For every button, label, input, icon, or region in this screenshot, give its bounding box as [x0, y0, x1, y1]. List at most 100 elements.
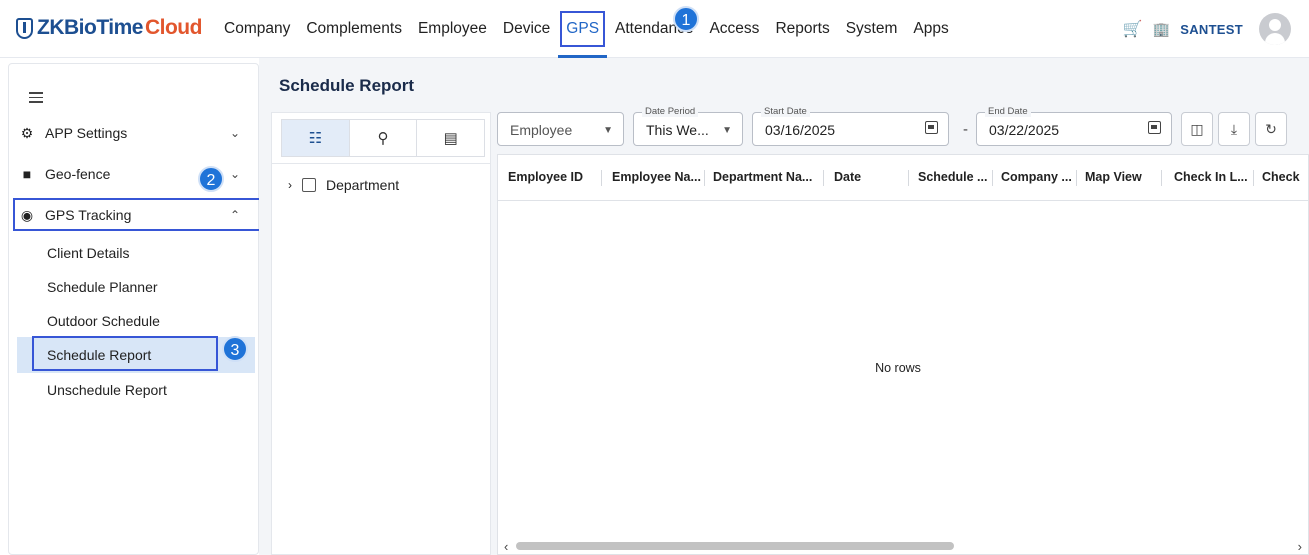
column-separator[interactable]: [1161, 170, 1162, 186]
calendar-icon[interactable]: [925, 121, 938, 134]
column-header[interactable]: Check: [1262, 170, 1300, 184]
column-header[interactable]: Employee Na...: [612, 170, 701, 184]
department-checkbox[interactable]: [302, 178, 316, 192]
date-period-value: This We...: [646, 122, 709, 138]
sidebar-subitem-unschedule-report[interactable]: Unschedule Report: [47, 382, 167, 398]
sidebar-subitem-schedule-planner[interactable]: Schedule Planner: [47, 279, 158, 295]
nav-system[interactable]: System: [838, 0, 906, 58]
nav-employee[interactable]: Employee: [410, 0, 495, 58]
step-badge-2: 2: [198, 166, 224, 192]
column-separator[interactable]: [704, 170, 705, 186]
message-square-icon: ■: [22, 166, 32, 182]
column-separator[interactable]: [1076, 170, 1077, 186]
refresh-button[interactable]: ↻: [1255, 112, 1287, 146]
date-period-select[interactable]: Date Period This We... ▼: [633, 106, 743, 146]
chevron-down-icon: ⌄: [229, 167, 240, 181]
empty-state-text: No rows: [875, 361, 921, 375]
nav-complements[interactable]: Complements: [298, 0, 410, 58]
page-title: Schedule Report: [279, 76, 415, 95]
sidebar-item-label: APP Settings: [45, 125, 128, 141]
nav-reports[interactable]: Reports: [767, 0, 837, 58]
column-header[interactable]: Employee ID: [508, 170, 583, 184]
column-separator[interactable]: [601, 170, 602, 186]
top-navigation-bar: ZKBioTime Cloud Company Complements Empl…: [0, 0, 1309, 58]
sidebar-item-app-settings[interactable]: ⚙ APP Settings ⌄: [9, 115, 258, 151]
column-header[interactable]: Map View: [1085, 170, 1142, 184]
table-header: Employee ID Employee Na... Department Na…: [498, 155, 1308, 201]
step-badge-3: 3: [222, 336, 248, 362]
id-badge-icon: ▤: [443, 130, 458, 147]
sidebar-item-label: Geo-fence: [45, 166, 111, 182]
tree-tabs: ☷ ⚲ ▤: [281, 119, 485, 157]
nav-company[interactable]: Company: [216, 0, 298, 58]
schedule-report-table: Employee ID Employee Na... Department Na…: [497, 154, 1309, 555]
highlight-box: [560, 11, 606, 47]
horizontal-scrollbar[interactable]: ‹ ›: [498, 538, 1308, 554]
employee-filter-value: Employee: [510, 122, 573, 138]
start-date-label: Start Date: [761, 106, 810, 117]
sidebar-subitem-outdoor-schedule[interactable]: Outdoor Schedule: [47, 313, 160, 329]
caret-down-icon: ▼: [603, 125, 613, 136]
end-date-label: End Date: [985, 106, 1031, 117]
location-pin-icon: ⚲: [377, 130, 389, 147]
start-date-value: 03/16/2025: [765, 122, 836, 138]
column-header[interactable]: Date: [834, 170, 861, 184]
department-tree-panel: ☷ ⚲ ▤ › Department: [271, 112, 491, 555]
user-area: 🛒 🏢 SANTEST: [1123, 13, 1291, 45]
hierarchy-icon: ☷: [308, 130, 323, 147]
nav-gps[interactable]: GPS: [558, 0, 607, 58]
column-separator[interactable]: [908, 170, 909, 186]
logo-text-cloud: Cloud: [144, 16, 202, 39]
tab-location[interactable]: ⚲: [350, 120, 418, 156]
tree-node-department[interactable]: › Department: [288, 177, 399, 193]
employee-filter-select[interactable]: Employee ▼: [497, 112, 624, 146]
building-icon[interactable]: 🏢: [1153, 21, 1170, 38]
scrollbar-thumb[interactable]: [516, 542, 954, 550]
scroll-left-icon[interactable]: ‹: [504, 539, 508, 554]
main-content: Schedule Report ☷ ⚲ ▤ › Department Emplo…: [259, 58, 1309, 555]
start-date-field[interactable]: Start Date 03/16/2025: [752, 106, 949, 146]
shield-logo-icon: [16, 17, 33, 39]
nav-device[interactable]: Device: [495, 0, 558, 58]
nav-access[interactable]: Access: [701, 0, 767, 58]
caret-down-icon: ▼: [722, 125, 732, 136]
tab-hierarchy[interactable]: ☷: [282, 120, 350, 156]
sidebar-subitem-schedule-report[interactable]: Schedule Report: [47, 347, 151, 363]
end-date-value: 03/22/2025: [989, 122, 1060, 138]
step-badge-1: 1: [673, 6, 699, 32]
date-range-separator: -: [963, 121, 968, 138]
chevron-down-icon: ⌄: [229, 126, 240, 140]
export-button[interactable]: ⤓: [1218, 112, 1250, 146]
calendar-icon[interactable]: [1148, 121, 1161, 134]
tab-id-badge[interactable]: ▤: [417, 120, 484, 156]
end-date-field[interactable]: End Date 03/22/2025: [976, 106, 1172, 146]
avatar[interactable]: [1259, 13, 1291, 45]
logo-text-zk: ZKBioTime: [37, 16, 143, 39]
scroll-right-icon[interactable]: ›: [1298, 539, 1302, 554]
column-separator[interactable]: [1253, 170, 1254, 186]
column-header[interactable]: Department Na...: [713, 170, 812, 184]
date-period-label: Date Period: [642, 106, 699, 117]
refresh-icon: ↻: [1265, 120, 1277, 137]
columns-button[interactable]: ◫: [1181, 112, 1213, 146]
nav-apps[interactable]: Apps: [905, 0, 956, 58]
column-separator[interactable]: [823, 170, 824, 186]
column-header[interactable]: Check In L...: [1174, 170, 1248, 184]
app-logo[interactable]: ZKBioTime Cloud: [16, 14, 202, 42]
collapse-menu-icon[interactable]: [29, 92, 43, 104]
column-separator[interactable]: [992, 170, 993, 186]
divider: [272, 163, 490, 164]
column-header[interactable]: Company ...: [1001, 170, 1072, 184]
cart-icon[interactable]: 🛒: [1123, 19, 1143, 39]
column-header[interactable]: Schedule ...: [918, 170, 987, 184]
columns-icon: ◫: [1190, 120, 1204, 137]
main-nav: Company Complements Employee Device GPS …: [216, 0, 957, 58]
sidebar: ⚙ APP Settings ⌄ ■ Geo-fence ⌄ ◉ GPS Tra…: [8, 63, 263, 555]
chevron-right-icon[interactable]: ›: [288, 178, 292, 192]
sidebar-subitem-client-details[interactable]: Client Details: [47, 245, 129, 261]
tree-node-label: Department: [326, 177, 400, 193]
gear-icon: ⚙: [20, 124, 34, 141]
highlight-box: [13, 198, 263, 231]
username[interactable]: SANTEST: [1180, 22, 1243, 37]
report-grid-panel: Employee ▼ Date Period This We... ▼ Star…: [497, 106, 1309, 555]
